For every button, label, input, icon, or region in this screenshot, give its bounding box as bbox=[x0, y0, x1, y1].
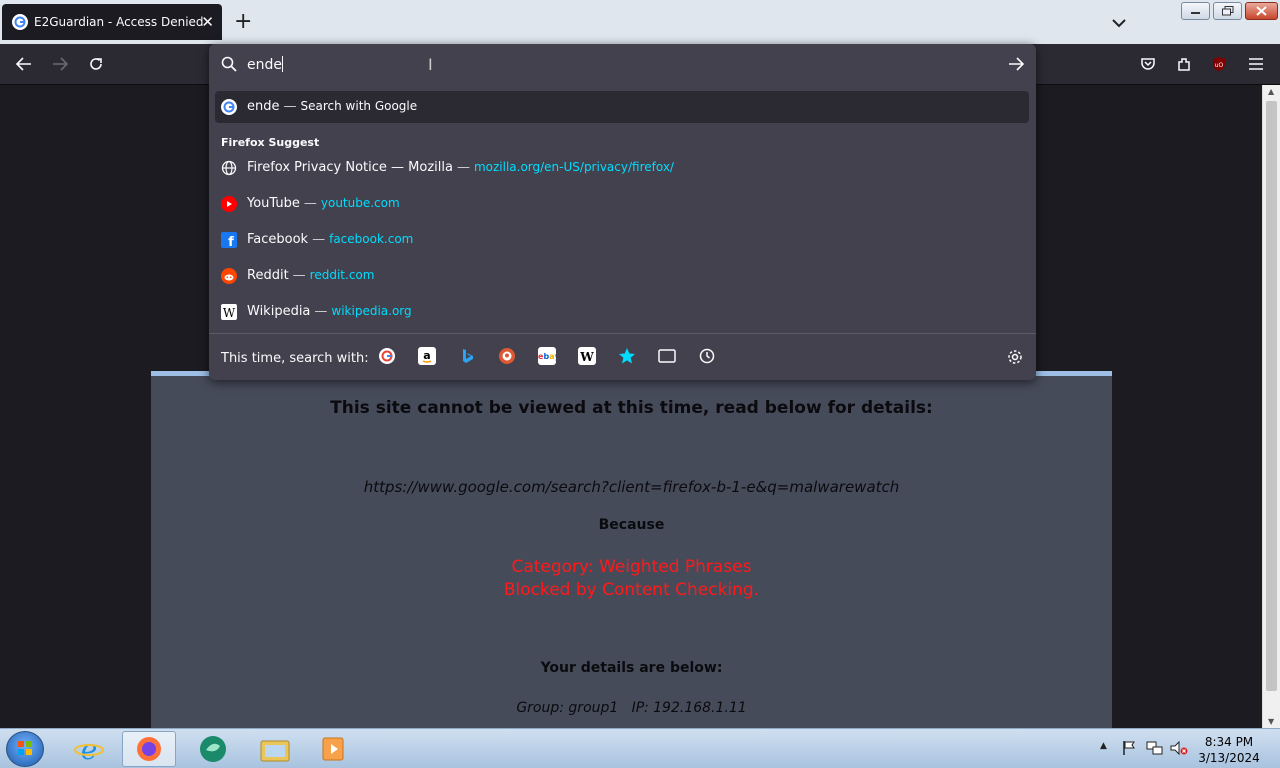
text-cursor-icon: I bbox=[428, 55, 433, 74]
vertical-scrollbar[interactable]: ▲ ▼ bbox=[1262, 85, 1280, 728]
back-icon[interactable] bbox=[14, 54, 34, 74]
windows-taskbar: e ▲ 8:34 PM 3/13/2024 bbox=[0, 728, 1280, 768]
firefox-taskbar-icon[interactable] bbox=[122, 731, 176, 767]
wikipedia-engine-icon[interactable]: W bbox=[578, 347, 596, 365]
suggestion-url: wikipedia.org bbox=[331, 304, 412, 318]
youtube-icon bbox=[221, 196, 237, 212]
ebay-engine-icon[interactable]: ebay bbox=[538, 347, 556, 365]
volume-muted-icon[interactable] bbox=[1170, 740, 1188, 760]
access-denied-panel: This site cannot be viewed at this time,… bbox=[151, 371, 1112, 728]
suggestion-url: mozilla.org/en-US/privacy/firefox/ bbox=[473, 160, 674, 174]
user-details: Group: group1 IP: 192.168.1.11 bbox=[516, 700, 747, 716]
history-clock-icon[interactable] bbox=[698, 347, 716, 365]
one-off-label: This time, search with: bbox=[221, 351, 369, 366]
new-tab-button[interactable]: + bbox=[234, 9, 252, 34]
suggestion-row[interactable]: YouTube — youtube.com bbox=[215, 188, 1029, 220]
svg-text:W: W bbox=[579, 350, 594, 364]
facebook-icon: f bbox=[221, 232, 237, 248]
network-icon[interactable] bbox=[1146, 740, 1164, 760]
reload-icon[interactable] bbox=[86, 54, 106, 74]
search-settings-gear-icon[interactable] bbox=[1006, 348, 1024, 370]
svg-text:e: e bbox=[81, 734, 98, 764]
page-heading: This site cannot be viewed at this time,… bbox=[330, 398, 933, 418]
search-action: Search with Google bbox=[300, 99, 418, 113]
amazon-engine-icon[interactable]: a bbox=[418, 347, 436, 365]
because-label: Because bbox=[598, 517, 665, 533]
list-all-tabs-icon[interactable] bbox=[1112, 13, 1126, 32]
url-input-value: ende bbox=[247, 57, 282, 73]
file-explorer-icon[interactable] bbox=[248, 731, 302, 767]
suggestion-title: Wikipedia bbox=[247, 304, 311, 319]
suggestion-row[interactable]: W Wikipedia — wikipedia.org bbox=[215, 296, 1029, 328]
scroll-thumb[interactable] bbox=[1266, 101, 1277, 691]
pocket-icon[interactable] bbox=[1138, 54, 1158, 74]
system-clock[interactable]: 8:34 PM 3/13/2024 bbox=[1196, 734, 1262, 766]
close-window-button[interactable] bbox=[1245, 2, 1278, 20]
duckduckgo-engine-icon[interactable] bbox=[498, 347, 516, 365]
firefox-suggest-label: Firefox Suggest bbox=[221, 136, 320, 149]
suggestion-url: youtube.com bbox=[320, 196, 400, 210]
svg-text:uO: uO bbox=[1215, 62, 1224, 69]
clock-date: 3/13/2024 bbox=[1198, 751, 1260, 765]
scroll-up-icon[interactable]: ▲ bbox=[1268, 87, 1274, 96]
suggestion-row[interactable]: f Facebook — facebook.com bbox=[215, 224, 1029, 256]
tab-active[interactable]: E2Guardian - Access Denied ✕ bbox=[2, 4, 222, 40]
start-button[interactable] bbox=[6, 731, 44, 767]
search-suggestion-row[interactable]: ende — Search with Google bbox=[215, 91, 1029, 123]
go-arrow-icon[interactable] bbox=[1008, 56, 1025, 75]
globe-icon bbox=[221, 160, 237, 176]
url-input[interactable]: ende bbox=[209, 44, 1036, 85]
app-taskbar-icon[interactable] bbox=[186, 731, 240, 767]
svg-text:ebay: ebay bbox=[538, 352, 556, 361]
wikipedia-icon: W bbox=[221, 304, 237, 320]
svg-text:a: a bbox=[423, 349, 430, 362]
suggestion-url: facebook.com bbox=[329, 232, 414, 246]
minimize-button[interactable] bbox=[1181, 2, 1210, 20]
tab-strip: E2Guardian - Access Denied ✕ + bbox=[0, 0, 1280, 44]
close-tab-icon[interactable]: ✕ bbox=[201, 13, 214, 31]
suggestion-row[interactable]: Reddit — reddit.com bbox=[215, 260, 1029, 292]
urlbar-dropdown: ende I ende — Search with Google Firefox S… bbox=[209, 44, 1036, 380]
google-icon bbox=[221, 99, 237, 115]
block-method: Blocked by Content Checking. bbox=[503, 580, 760, 600]
block-reason: Category: Weighted Phrases Blocked by Co… bbox=[151, 556, 1112, 602]
one-off-search-bar: This time, search with: a ebay W bbox=[209, 333, 1036, 380]
bing-engine-icon[interactable] bbox=[458, 347, 476, 365]
action-center-flag-icon[interactable] bbox=[1122, 740, 1136, 760]
reddit-icon bbox=[221, 268, 237, 284]
clock-time: 8:34 PM bbox=[1204, 735, 1254, 749]
details-heading: Your details are below: bbox=[540, 660, 723, 676]
svg-text:f: f bbox=[228, 235, 234, 248]
suggestion-title: Reddit bbox=[247, 268, 289, 283]
tabs-icon[interactable] bbox=[658, 347, 676, 365]
forward-icon[interactable] bbox=[50, 54, 70, 74]
google-engine-icon[interactable] bbox=[378, 347, 396, 365]
ublock-origin-icon[interactable]: uO bbox=[1209, 54, 1229, 74]
scroll-down-icon[interactable]: ▼ bbox=[1268, 717, 1274, 726]
menu-icon[interactable] bbox=[1246, 54, 1266, 74]
media-player-icon[interactable] bbox=[308, 731, 362, 767]
block-category: Category: Weighted Phrases bbox=[511, 557, 752, 577]
suggestion-title: Firefox Privacy Notice — Mozilla bbox=[247, 160, 453, 175]
search-query: ende bbox=[247, 99, 280, 114]
svg-text:W: W bbox=[223, 306, 236, 320]
google-icon bbox=[12, 14, 28, 30]
internet-explorer-icon[interactable]: e bbox=[62, 731, 116, 767]
extensions-icon[interactable] bbox=[1174, 54, 1194, 74]
suggestion-url: reddit.com bbox=[309, 268, 375, 282]
suggestion-title: YouTube bbox=[247, 196, 300, 211]
search-icon bbox=[221, 56, 237, 76]
restore-button[interactable] bbox=[1213, 2, 1242, 20]
tab-title: E2Guardian - Access Denied bbox=[34, 15, 204, 29]
suggestion-row[interactable]: Firefox Privacy Notice — Mozilla — mozilla… bbox=[215, 152, 1029, 184]
bookmarks-star-icon[interactable] bbox=[618, 347, 636, 365]
blocked-url: https://www.google.com/search?client=fir… bbox=[363, 478, 900, 496]
suggestion-title: Facebook bbox=[247, 232, 309, 247]
show-hidden-icons-icon[interactable]: ▲ bbox=[1100, 741, 1107, 751]
